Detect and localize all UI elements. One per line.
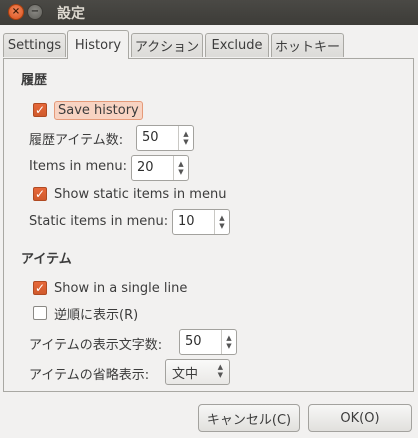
checkmark-icon: ✓ (33, 187, 47, 201)
close-icon: × (11, 6, 21, 17)
items-in-menu-value[interactable]: 20 (132, 156, 173, 180)
history-items-value[interactable]: 50 (137, 126, 178, 150)
tab-settings[interactable]: Settings (3, 33, 66, 57)
minimize-icon: − (30, 6, 40, 17)
single-line-label: Show in a single line (54, 280, 188, 296)
combo-arrows-icon: ▲ ▼ (217, 363, 223, 379)
items-in-menu-spinner[interactable]: 20 ▲ ▼ (131, 155, 189, 181)
items-in-menu-label: Items in menu: (29, 159, 128, 174)
history-section-heading: 履歴 (21, 73, 48, 88)
static-items-label: Static items in menu: (29, 214, 169, 229)
spinner-arrows-icon[interactable]: ▲ ▼ (221, 330, 236, 354)
history-items-label: 履歴アイテム数: (29, 133, 124, 148)
show-static-items-checkbox[interactable]: ✓ Show static items in menu (33, 183, 226, 205)
spinner-arrows-icon[interactable]: ▲ ▼ (173, 156, 188, 180)
tab-bar: Settings History アクション Exclude ホットキー (0, 30, 418, 59)
reverse-order-label: 逆順に表示(R) (54, 307, 139, 323)
checkmark-icon: ✓ (33, 281, 47, 295)
chars-displayed-value[interactable]: 50 (180, 330, 221, 354)
tab-hotkeys[interactable]: ホットキー (271, 33, 344, 57)
tab-history[interactable]: History (67, 30, 129, 59)
tab-actions[interactable]: アクション (131, 33, 203, 57)
ellipsize-combo[interactable]: 文中 ▲ ▼ (165, 359, 230, 385)
show-static-items-label: Show static items in menu (54, 186, 227, 202)
save-history-checkbox[interactable]: ✓ Save history (33, 99, 143, 121)
reverse-order-checkbox[interactable]: 逆順に表示(R) (33, 302, 138, 324)
spinner-arrows-icon[interactable]: ▲ ▼ (178, 126, 193, 150)
history-items-spinner[interactable]: 50 ▲ ▼ (136, 125, 194, 151)
chars-displayed-spinner[interactable]: 50 ▲ ▼ (179, 329, 237, 355)
cancel-button[interactable]: キャンセル(C) (198, 404, 300, 432)
checkmark-icon: ✓ (33, 103, 47, 117)
close-window-button[interactable]: × (8, 4, 24, 20)
spinner-arrows-icon[interactable]: ▲ ▼ (214, 210, 229, 234)
single-line-checkbox[interactable]: ✓ Show in a single line (33, 277, 187, 299)
window-title: 設定 (57, 6, 85, 22)
static-items-value[interactable]: 10 (173, 210, 214, 234)
chars-displayed-label: アイテムの表示文字数: (29, 338, 163, 353)
save-history-label: Save history (54, 100, 143, 120)
ellipsize-value: 文中 (172, 366, 199, 382)
title-bar: × − 設定 (0, 0, 418, 25)
minimize-window-button[interactable]: − (27, 4, 43, 20)
static-items-spinner[interactable]: 10 ▲ ▼ (172, 209, 230, 235)
checkbox-unchecked-icon (33, 306, 47, 320)
ellipsize-label: アイテムの省略表示: (29, 368, 150, 383)
tab-exclude[interactable]: Exclude (205, 33, 269, 57)
item-section-heading: アイテム (21, 252, 72, 267)
ok-button[interactable]: OK(O) (308, 404, 412, 432)
